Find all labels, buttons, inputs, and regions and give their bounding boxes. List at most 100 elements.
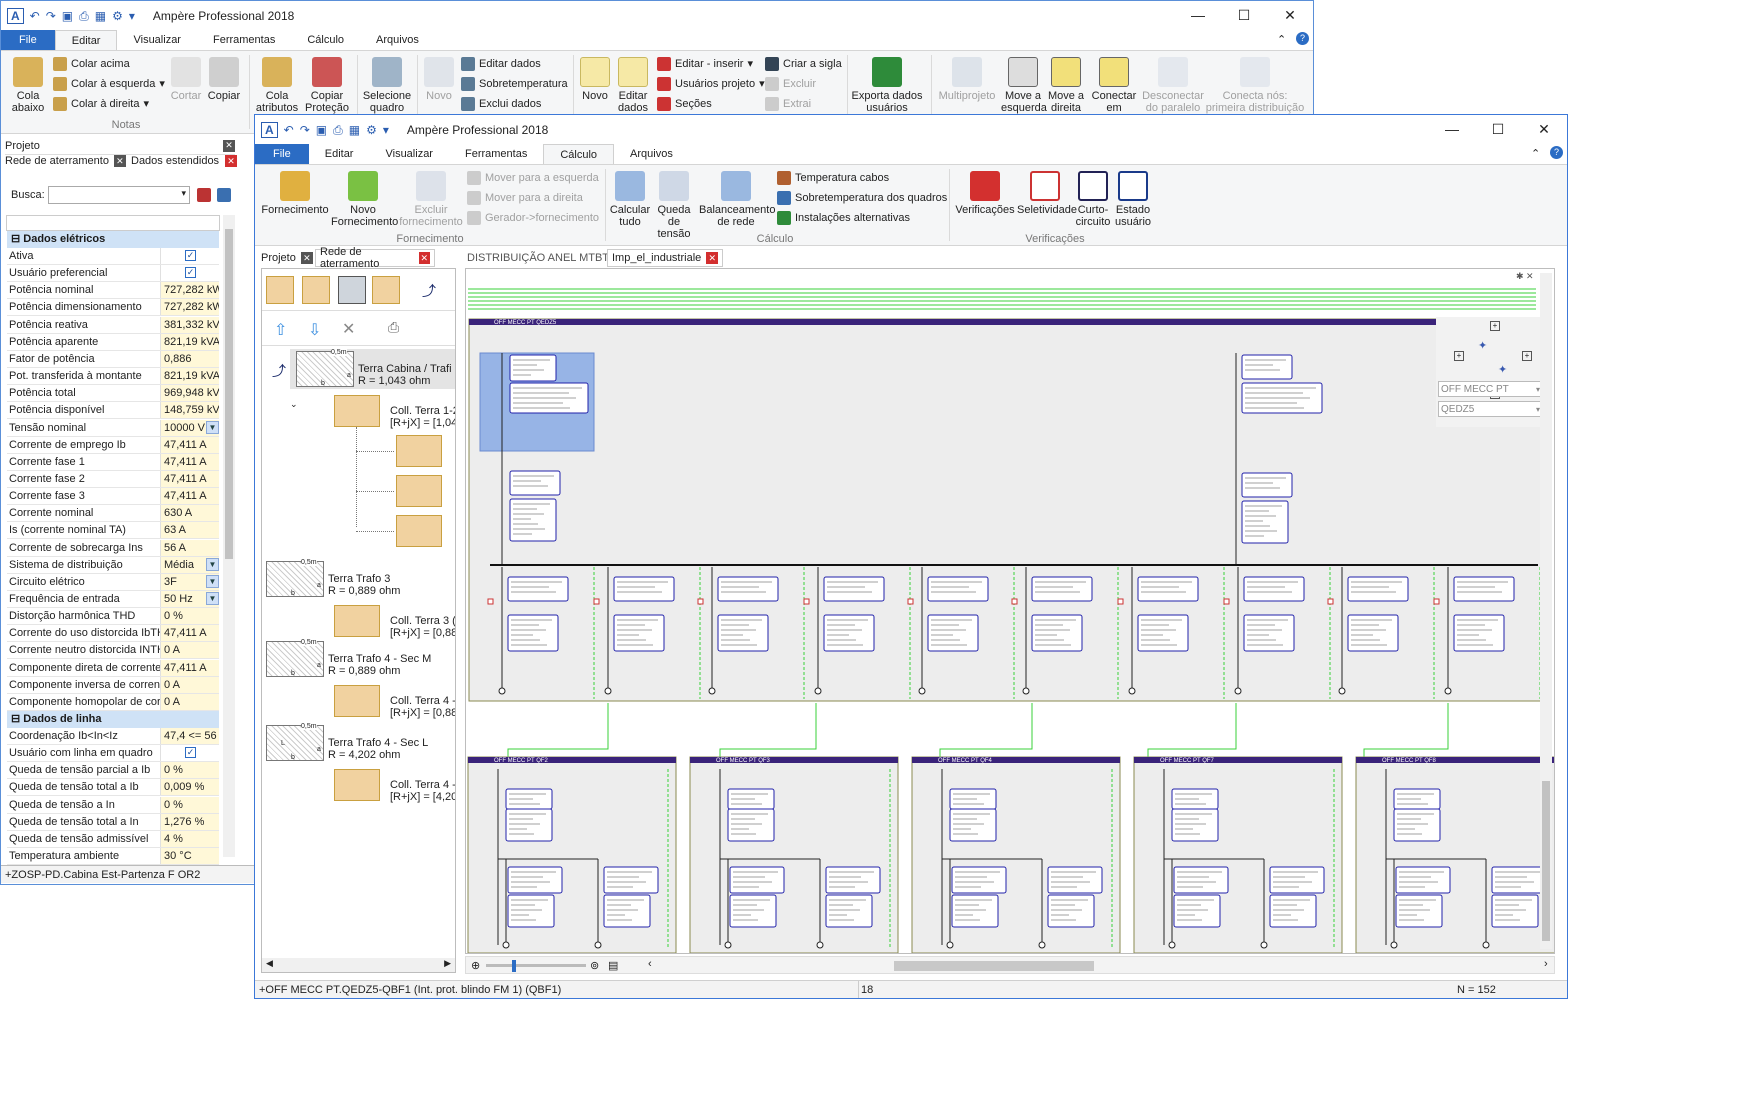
property-row[interactable]: Coordenação Ib<In<Iz 47,4 <= 56: [7, 728, 219, 745]
property-value[interactable]: 821,19 kVA: [161, 333, 219, 350]
excluir-sigla-button[interactable]: Excluir: [765, 75, 816, 93]
property-value[interactable]: ✓: [161, 745, 219, 762]
section-dados-linha[interactable]: ⊟ Dados de linha: [7, 711, 219, 728]
collapse-ribbon-icon[interactable]: ⌃: [1531, 147, 1540, 160]
close-rede-icon[interactable]: ✕: [113, 155, 126, 167]
undo-icon[interactable]: ↶: [284, 123, 294, 137]
fornecimento-button[interactable]: Fornecimento: [259, 171, 331, 216]
dropdown-icon[interactable]: ▼: [206, 420, 219, 434]
property-value[interactable]: 969,948 kVA: [161, 385, 219, 402]
checkbox-icon[interactable]: ✓: [185, 250, 196, 261]
canvas-hscrollbar-thumb[interactable]: [894, 961, 1094, 971]
property-value[interactable]: 148,759 kVA: [161, 402, 219, 419]
close-dados-icon[interactable]: ✕: [225, 155, 237, 167]
add-panel-icon[interactable]: [338, 276, 366, 304]
verificacoes-button[interactable]: Verificações: [953, 171, 1017, 216]
instalacoes-alternativas-button[interactable]: Instalações alternativas: [777, 209, 910, 227]
tree-item[interactable]: ⤴ ⌄ 0,5m b a Terra Cabina / Trafi 1- R = 1,043…: [262, 349, 455, 549]
redo-icon[interactable]: ↷: [46, 9, 56, 23]
undo-icon[interactable]: ↶: [30, 9, 40, 23]
property-row[interactable]: Corrente fase 2 47,411 A: [7, 470, 219, 488]
property-row[interactable]: Distorção harmônica THD 0 %: [7, 608, 219, 626]
move-direita-button[interactable]: Move a direita: [1045, 57, 1087, 114]
zoom-fit-page-icon[interactable]: ⊚: [590, 959, 599, 972]
settings-icon[interactable]: ⚙: [112, 9, 123, 23]
property-value[interactable]: 47,411 A: [161, 436, 219, 453]
tab-ferramentas[interactable]: Ferramentas: [449, 144, 543, 164]
zoom-slider[interactable]: [486, 964, 586, 967]
props-scrollbar[interactable]: [223, 215, 235, 857]
property-row[interactable]: Corrente neutro distorcida INTHD 0 A: [7, 642, 219, 660]
property-value[interactable]: 47,411 A: [161, 470, 219, 487]
property-row[interactable]: Potência nominal 727,282 kW: [7, 282, 219, 300]
property-value[interactable]: 0 %: [161, 796, 219, 813]
property-row[interactable]: Usuário com linha em quadro ✓: [7, 745, 219, 763]
property-value[interactable]: 381,332 kVA: [161, 316, 219, 333]
mover-esquerda-button[interactable]: Mover para a esquerda: [467, 169, 599, 187]
queda-tensao-button[interactable]: Queda de tensão: [651, 171, 697, 240]
selecione-quadro-button[interactable]: Selecione quadro: [361, 57, 413, 114]
schematic-canvas[interactable]: OFF MECC PT QEDZ5 OFF MECC PT QF2 OFF MECC…: [465, 268, 1555, 954]
property-row[interactable]: Temperatura ambiente 30 °C: [7, 848, 219, 866]
sobretemperatura-button[interactable]: Sobretemperatura: [461, 75, 568, 93]
property-row[interactable]: Usuário preferencial ✓: [7, 265, 219, 283]
move-esquerda-button[interactable]: Move a esquerda: [1001, 57, 1047, 114]
property-row[interactable]: Corrente nominal 630 A: [7, 505, 219, 523]
pan-right-icon[interactable]: +: [1522, 351, 1532, 361]
property-row[interactable]: Potência dimensionamento 727,282 kW: [7, 299, 219, 317]
property-row[interactable]: Componente homopolar de corren 0 A: [7, 693, 219, 711]
dropdown-icon[interactable]: ▼: [206, 592, 219, 605]
temperatura-cabos-button[interactable]: Temperatura cabos: [777, 169, 889, 187]
tree-hscrollbar[interactable]: ◀ ▶: [262, 958, 455, 972]
extrai-button[interactable]: Extrai: [765, 95, 811, 113]
property-row[interactable]: Sistema de distribuição Média ▼: [7, 556, 219, 574]
property-value[interactable]: 4 %: [161, 830, 219, 847]
exclui-dados-button[interactable]: Exclui dados: [461, 95, 541, 113]
property-row[interactable]: Componente direta de corrente Id 47,411 A: [7, 659, 219, 677]
maximize-icon[interactable]: ☐: [1475, 115, 1521, 143]
property-value[interactable]: 727,282 kW: [161, 282, 219, 299]
property-row[interactable]: Tensão nominal 10000 V ▼: [7, 419, 219, 437]
desconectar-paralelo-button[interactable]: Desconectar do paralelo: [1141, 57, 1205, 114]
doc-tab-imp[interactable]: Imp_el_industriale ✕: [607, 249, 724, 267]
colar-acima-button[interactable]: Colar acima: [53, 55, 130, 73]
tab-file[interactable]: File: [255, 144, 309, 164]
dropdown-icon[interactable]: ▼: [206, 574, 219, 588]
usuarios-projeto-button[interactable]: Usuários projeto ▾: [657, 75, 765, 93]
help-icon[interactable]: ?: [1550, 146, 1563, 159]
busca-input[interactable]: ▾: [48, 186, 190, 204]
busca-dropdown-icon[interactable]: ▾: [181, 188, 186, 199]
calc-icon[interactable]: ▦: [349, 123, 360, 137]
canvas-vscrollbar[interactable]: [1540, 273, 1552, 949]
novo-note-button[interactable]: Novo: [577, 57, 613, 102]
property-value[interactable]: 0 %: [161, 762, 219, 779]
property-row[interactable]: Queda de tensão a In 0 %: [7, 796, 219, 814]
conecta-nos-button[interactable]: Conecta nós: primeira distribuição: [1205, 57, 1305, 114]
props-scrollbar-thumb[interactable]: [225, 229, 233, 559]
property-value[interactable]: Média ▼: [161, 556, 219, 573]
property-value[interactable]: 63 A: [161, 522, 219, 539]
close-icon[interactable]: ✕: [1267, 1, 1313, 29]
property-row[interactable]: Queda de tensão total a Ib 0,009 %: [7, 779, 219, 797]
property-value[interactable]: 56 A: [161, 539, 219, 556]
qat-dropdown-icon[interactable]: ▾: [129, 9, 135, 23]
close-rede-icon[interactable]: ✕: [418, 252, 430, 264]
close-projeto-icon[interactable]: ✕: [223, 139, 235, 152]
multiprojeto-button[interactable]: Multiprojeto: [935, 57, 999, 102]
property-row[interactable]: Corrente fase 3 47,411 A: [7, 488, 219, 506]
novo-button-disabled[interactable]: Novo: [421, 57, 457, 102]
tab-calculo[interactable]: Cálculo: [543, 144, 615, 164]
help-icon[interactable]: ?: [1296, 32, 1309, 45]
maximize-icon[interactable]: ☐: [1221, 1, 1267, 29]
property-value[interactable]: 47,411 A: [161, 625, 219, 642]
save-icon[interactable]: ▣: [62, 9, 73, 23]
copiar-button[interactable]: Copiar: [205, 57, 243, 102]
mover-direita-button[interactable]: Mover para a direita: [467, 189, 583, 207]
delete-icon[interactable]: ✕: [342, 319, 355, 339]
property-row[interactable]: Potência aparente 821,19 kVA: [7, 333, 219, 351]
doc-tab-distribuicao[interactable]: DISTRIBUIÇÃO ANEL MTBT✕: [467, 249, 627, 267]
front-rede-tab[interactable]: Rede de aterramento ✕: [315, 246, 435, 270]
property-row[interactable]: Corrente de sobrecarga Ins 56 A: [7, 539, 219, 557]
cola-atributos-button[interactable]: Cola atributos: [253, 57, 301, 114]
close-icon[interactable]: ✕: [1521, 115, 1567, 143]
